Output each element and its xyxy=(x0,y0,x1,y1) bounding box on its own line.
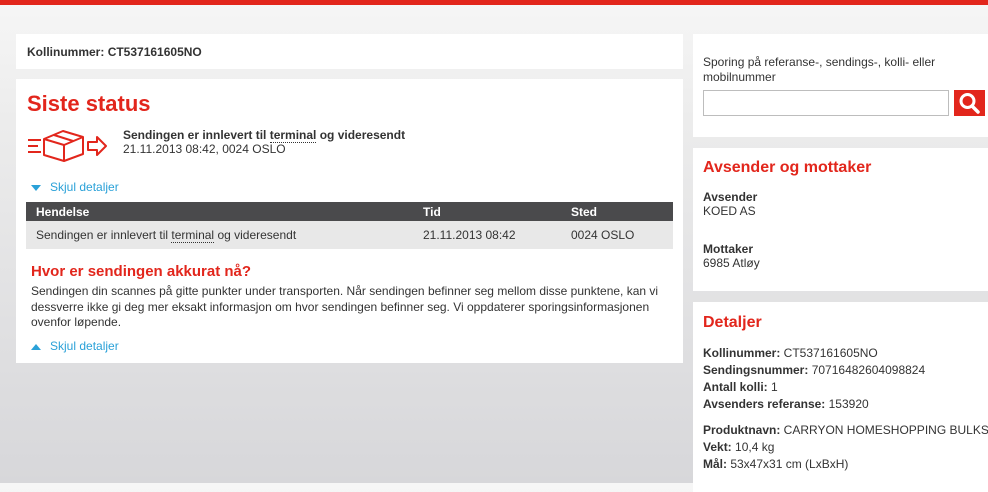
detail-sendingsnummer: Sendingsnummer: 70716482604098824 xyxy=(703,363,926,377)
details-title: Detaljer xyxy=(703,314,762,331)
detail-vekt: Vekt: 10,4 kg xyxy=(703,440,775,454)
receiver-label: Mottaker xyxy=(703,242,754,256)
sender-value: KOED AS xyxy=(703,204,756,218)
receiver-block: Mottaker 6985 Atløy xyxy=(703,242,760,270)
package-sent-icon xyxy=(28,130,107,162)
table-row: Sendingen er innlevert til terminal og v… xyxy=(26,221,673,249)
header-tid: Tid xyxy=(413,202,561,221)
detail-produktnavn: Produktnavn: CARRYON HOMESHOPPING BULKSP… xyxy=(703,423,988,437)
hide-details-label: Skjul detaljer xyxy=(50,339,119,353)
place-cell: 0024 OSLO xyxy=(561,221,673,249)
kollinummer-line: Kollinummer: CT537161605NO xyxy=(27,45,202,59)
detail-maal: Mål: 53x47x31 cm (LxBxH) xyxy=(703,457,849,471)
receiver-value: 6985 Atløy xyxy=(703,256,760,270)
events-table: Hendelse Tid Sted Sendingen er innlevert… xyxy=(26,202,673,249)
search-icon xyxy=(959,93,980,114)
status-panel: Siste status Sendingen er innlevert til … xyxy=(16,79,683,363)
status-event: Sendingen er innlevert til terminal og v… xyxy=(123,128,406,143)
sender-receiver-panel: Avsender og mottaker Avsender KOED AS Mo… xyxy=(693,148,988,291)
terminal-abbr: terminal xyxy=(171,228,215,243)
hide-details-label: Skjul detaljer xyxy=(50,180,119,194)
hide-details-toggle-bottom[interactable]: Skjul detaljer xyxy=(31,339,119,353)
status-summary: Sendingen er innlevert til terminal og v… xyxy=(123,128,405,156)
status-title: Siste status xyxy=(27,91,151,116)
status-datetime-place: 21.11.2013 08:42, 0024 OSLO xyxy=(123,142,286,156)
tracking-search-panel: Sporing på referanse-, sendings-, kolli-… xyxy=(693,34,988,137)
detail-avsenders-referanse: Avsenders referanse: 153920 xyxy=(703,397,869,411)
where-title: Hvor er sendingen akkurat nå? xyxy=(31,263,252,280)
kollinummer-value: CT537161605NO xyxy=(107,45,202,59)
search-input[interactable] xyxy=(703,90,949,116)
header-hendelse: Hendelse xyxy=(26,202,413,221)
hide-details-toggle[interactable]: Skjul detaljer xyxy=(31,180,119,194)
triangle-up-icon xyxy=(31,343,41,350)
time-cell: 21.11.2013 08:42 xyxy=(413,221,561,249)
search-button[interactable] xyxy=(954,90,985,116)
terminal-abbr: terminal xyxy=(269,128,317,143)
sender-block: Avsender KOED AS xyxy=(703,190,757,218)
kollinummer-label: Kollinummer: xyxy=(27,45,105,59)
triangle-down-icon xyxy=(31,184,41,191)
event-cell: Sendingen er innlevert til terminal og v… xyxy=(26,221,413,249)
kollinummer-panel: Kollinummer: CT537161605NO xyxy=(16,34,683,69)
detail-kollinummer: Kollinummer: CT537161605NO xyxy=(703,346,878,360)
where-text: Sendingen din scannes på gitte punkter u… xyxy=(31,284,659,329)
detail-antall-kolli: Antall kolli: 1 xyxy=(703,380,778,394)
sender-label: Avsender xyxy=(703,190,758,204)
header-sted: Sted xyxy=(561,202,673,221)
parties-title: Avsender og mottaker xyxy=(703,159,872,176)
top-accent-bar xyxy=(0,0,988,5)
events-header-row: Hendelse Tid Sted xyxy=(26,202,673,221)
search-label: Sporing på referanse-, sendings-, kolli-… xyxy=(703,55,936,84)
details-panel: Detaljer Kollinummer: CT537161605NO Send… xyxy=(693,302,988,492)
